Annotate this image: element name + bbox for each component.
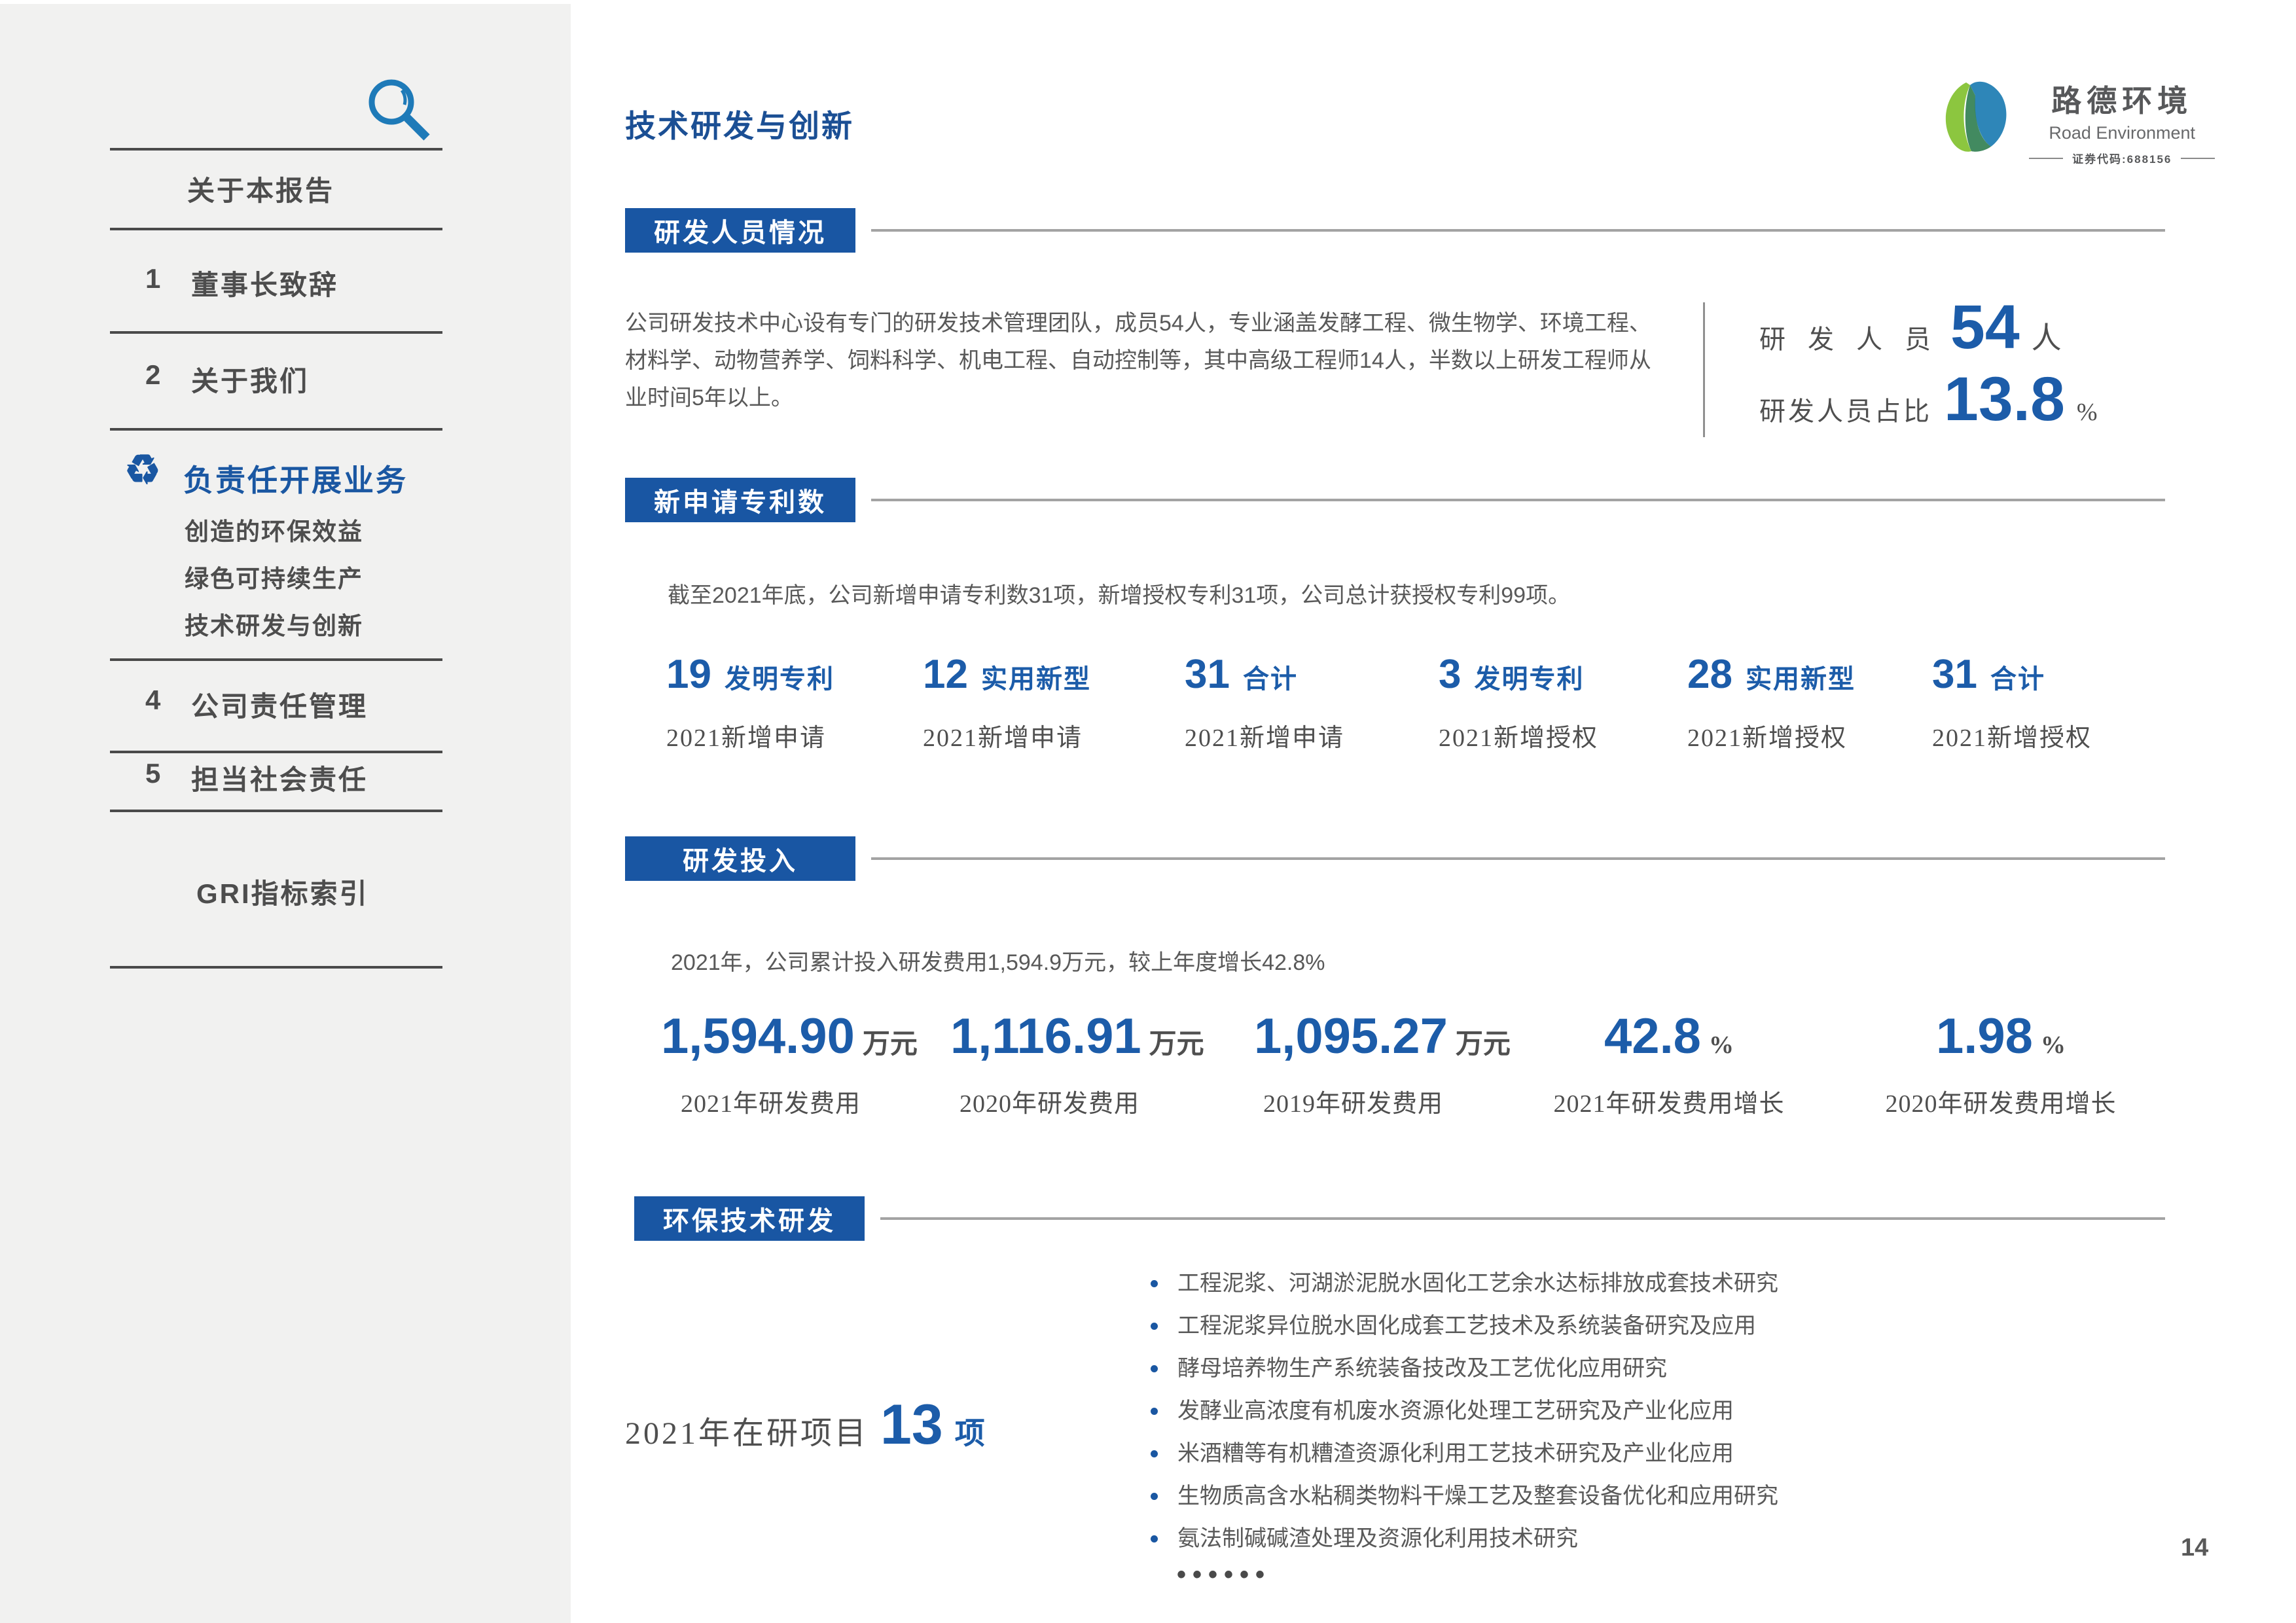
sidebar-subitem-tech-innovation[interactable]: 技术研发与创新 xyxy=(185,606,363,641)
sidebar-item-responsibility-management[interactable]: 公司责任管理 xyxy=(191,685,368,724)
sidebar-divider xyxy=(110,751,442,753)
research-bullet-list: 工程泥浆、河湖淤泥脱水固化工艺余水达标排放成套技术研究 工程泥浆异位脱水固化成套… xyxy=(1151,1271,1778,1569)
patent-stat: 31合计 2021新增申请 xyxy=(1185,651,1344,753)
company-logo: 路德环境 Road Environment 证券代码:688156 xyxy=(1936,77,2215,166)
recycle-icon: ♻︎ xyxy=(124,450,161,491)
logo-name-en: Road Environment xyxy=(2049,123,2195,143)
investment-stat: 1,116.91万元 2020年研发费用 xyxy=(950,1008,1204,1119)
section-title: 环保技术研发 xyxy=(634,1196,865,1241)
logo-name-cn: 路德环境 xyxy=(2051,77,2193,120)
sidebar-divider xyxy=(110,148,442,151)
sidebar-subitem-environmental-benefit[interactable]: 创造的环保效益 xyxy=(185,512,363,547)
list-item: 酵母培养物生产系统装备技改及工艺优化应用研究 xyxy=(1151,1356,1778,1381)
patent-stat: 3发明专利 2021新增授权 xyxy=(1439,651,1598,753)
sidebar-divider xyxy=(110,966,442,969)
dash-decoration xyxy=(2181,158,2215,159)
section-band-personnel: 研发人员情况 xyxy=(625,208,2165,253)
personnel-stat-headcount: 研 发 人 员 54 人 xyxy=(1759,292,2062,363)
sidebar-divider xyxy=(110,658,442,661)
sidebar-item-number: 1 xyxy=(145,263,160,294)
sidebar-item-gri-index[interactable]: GRI指标索引 xyxy=(196,872,369,912)
sidebar-item-social-responsibility[interactable]: 担当社会责任 xyxy=(191,758,368,798)
list-item: 生物质高含水粘稠类物料干燥工艺及整套设备优化和应用研究 xyxy=(1151,1484,1778,1508)
sidebar-divider xyxy=(110,331,442,334)
sidebar-subitem-green-production[interactable]: 绿色可持续生产 xyxy=(185,559,363,594)
dash-decoration xyxy=(2029,158,2063,159)
investment-stat: 42.8% 2021年研发费用增长 xyxy=(1518,1008,1820,1119)
section-rule xyxy=(871,499,2165,501)
sidebar: 关于本报告 1 董事长致辞 2 关于我们 ♻︎ 负责任开展业务 创造的环保效益 … xyxy=(0,4,571,1623)
section-title: 研发人员情况 xyxy=(625,208,855,253)
sidebar-divider xyxy=(110,428,442,431)
bullet-icon xyxy=(1151,1323,1158,1330)
page-title: 技术研发与创新 xyxy=(625,101,854,146)
section-rule xyxy=(880,1217,2165,1220)
section-band-investment: 研发投入 xyxy=(625,836,2165,881)
vertical-divider xyxy=(1703,302,1705,437)
sidebar-item-responsible-business[interactable]: 负责任开展业务 xyxy=(183,457,408,500)
patent-stat: 19发明专利 2021新增申请 xyxy=(666,651,834,753)
logo-stock-code: 证券代码:688156 xyxy=(2029,150,2215,166)
personnel-paragraph: 公司研发技术中心设有专门的研发技术管理团队，成员54人，专业涵盖发酵工程、微生物… xyxy=(625,305,1662,417)
section-title: 新申请专利数 xyxy=(625,478,855,522)
ongoing-projects-stat: 2021年在研项目 13 项 xyxy=(625,1393,985,1457)
sidebar-item-about-report[interactable]: 关于本报告 xyxy=(187,169,334,209)
logo-mark xyxy=(1936,77,2015,156)
bullet-icon xyxy=(1151,1493,1158,1500)
sidebar-item-number: 5 xyxy=(145,758,160,789)
section-band-patents: 新申请专利数 xyxy=(625,478,2165,522)
patent-stat: 28实用新型 2021新增授权 xyxy=(1687,651,1856,753)
page-number: 14 xyxy=(2181,1534,2208,1562)
patent-stat: 12实用新型 2021新增申请 xyxy=(923,651,1091,753)
list-item: 氨法制碱碱渣处理及资源化利用技术研究 xyxy=(1151,1526,1778,1551)
bullet-icon xyxy=(1151,1535,1158,1543)
investment-paragraph: 2021年，公司累计投入研发费用1,594.9万元，较上年度增长42.8% xyxy=(671,944,2176,982)
report-page: 关于本报告 1 董事长致辞 2 关于我们 ♻︎ 负责任开展业务 创造的环保效益 … xyxy=(0,0,2296,1623)
ellipsis-dots: •••••• xyxy=(1177,1560,1271,1590)
bullet-icon xyxy=(1151,1365,1158,1372)
patents-paragraph: 截至2021年底，公司新增申请专利数31项，新增授权专利31项，公司总计获授权专… xyxy=(668,577,2173,615)
section-band-research: 环保技术研发 xyxy=(634,1196,2165,1241)
section-title: 研发投入 xyxy=(625,836,855,881)
sidebar-item-about-us[interactable]: 关于我们 xyxy=(191,359,309,399)
investment-stat: 1.98% 2020年研发费用增长 xyxy=(1854,1008,2148,1119)
list-item: 工程泥浆异位脱水固化成套工艺技术及系统装备研究及应用 xyxy=(1151,1313,1778,1338)
sidebar-item-chairman-message[interactable]: 董事长致辞 xyxy=(191,263,338,303)
patent-stat: 31合计 2021新增授权 xyxy=(1932,651,2092,753)
investment-stat: 1,095.27万元 2019年研发费用 xyxy=(1254,1008,1511,1119)
sidebar-divider xyxy=(110,810,442,812)
section-rule xyxy=(871,857,2165,860)
sidebar-item-number: 4 xyxy=(145,685,160,716)
investment-stat: 1,594.90万元 2021年研发费用 xyxy=(661,1008,918,1119)
list-item: 米酒糟等有机糟渣资源化利用工艺技术研究及产业化应用 xyxy=(1151,1441,1778,1466)
bullet-icon xyxy=(1151,1450,1158,1457)
section-rule xyxy=(871,229,2165,232)
list-item: 工程泥浆、河湖淤泥脱水固化工艺余水达标排放成套技术研究 xyxy=(1151,1271,1778,1296)
bullet-icon xyxy=(1151,1280,1158,1287)
search-icon[interactable] xyxy=(364,75,440,151)
sidebar-divider xyxy=(110,228,442,230)
sidebar-item-number: 2 xyxy=(145,359,160,391)
bullet-icon xyxy=(1151,1408,1158,1415)
personnel-stat-ratio: 研发人员占比 13.8 % xyxy=(1759,364,2098,435)
list-item: 发酵业高浓度有机废水资源化处理工艺研究及产业化应用 xyxy=(1151,1399,1778,1423)
